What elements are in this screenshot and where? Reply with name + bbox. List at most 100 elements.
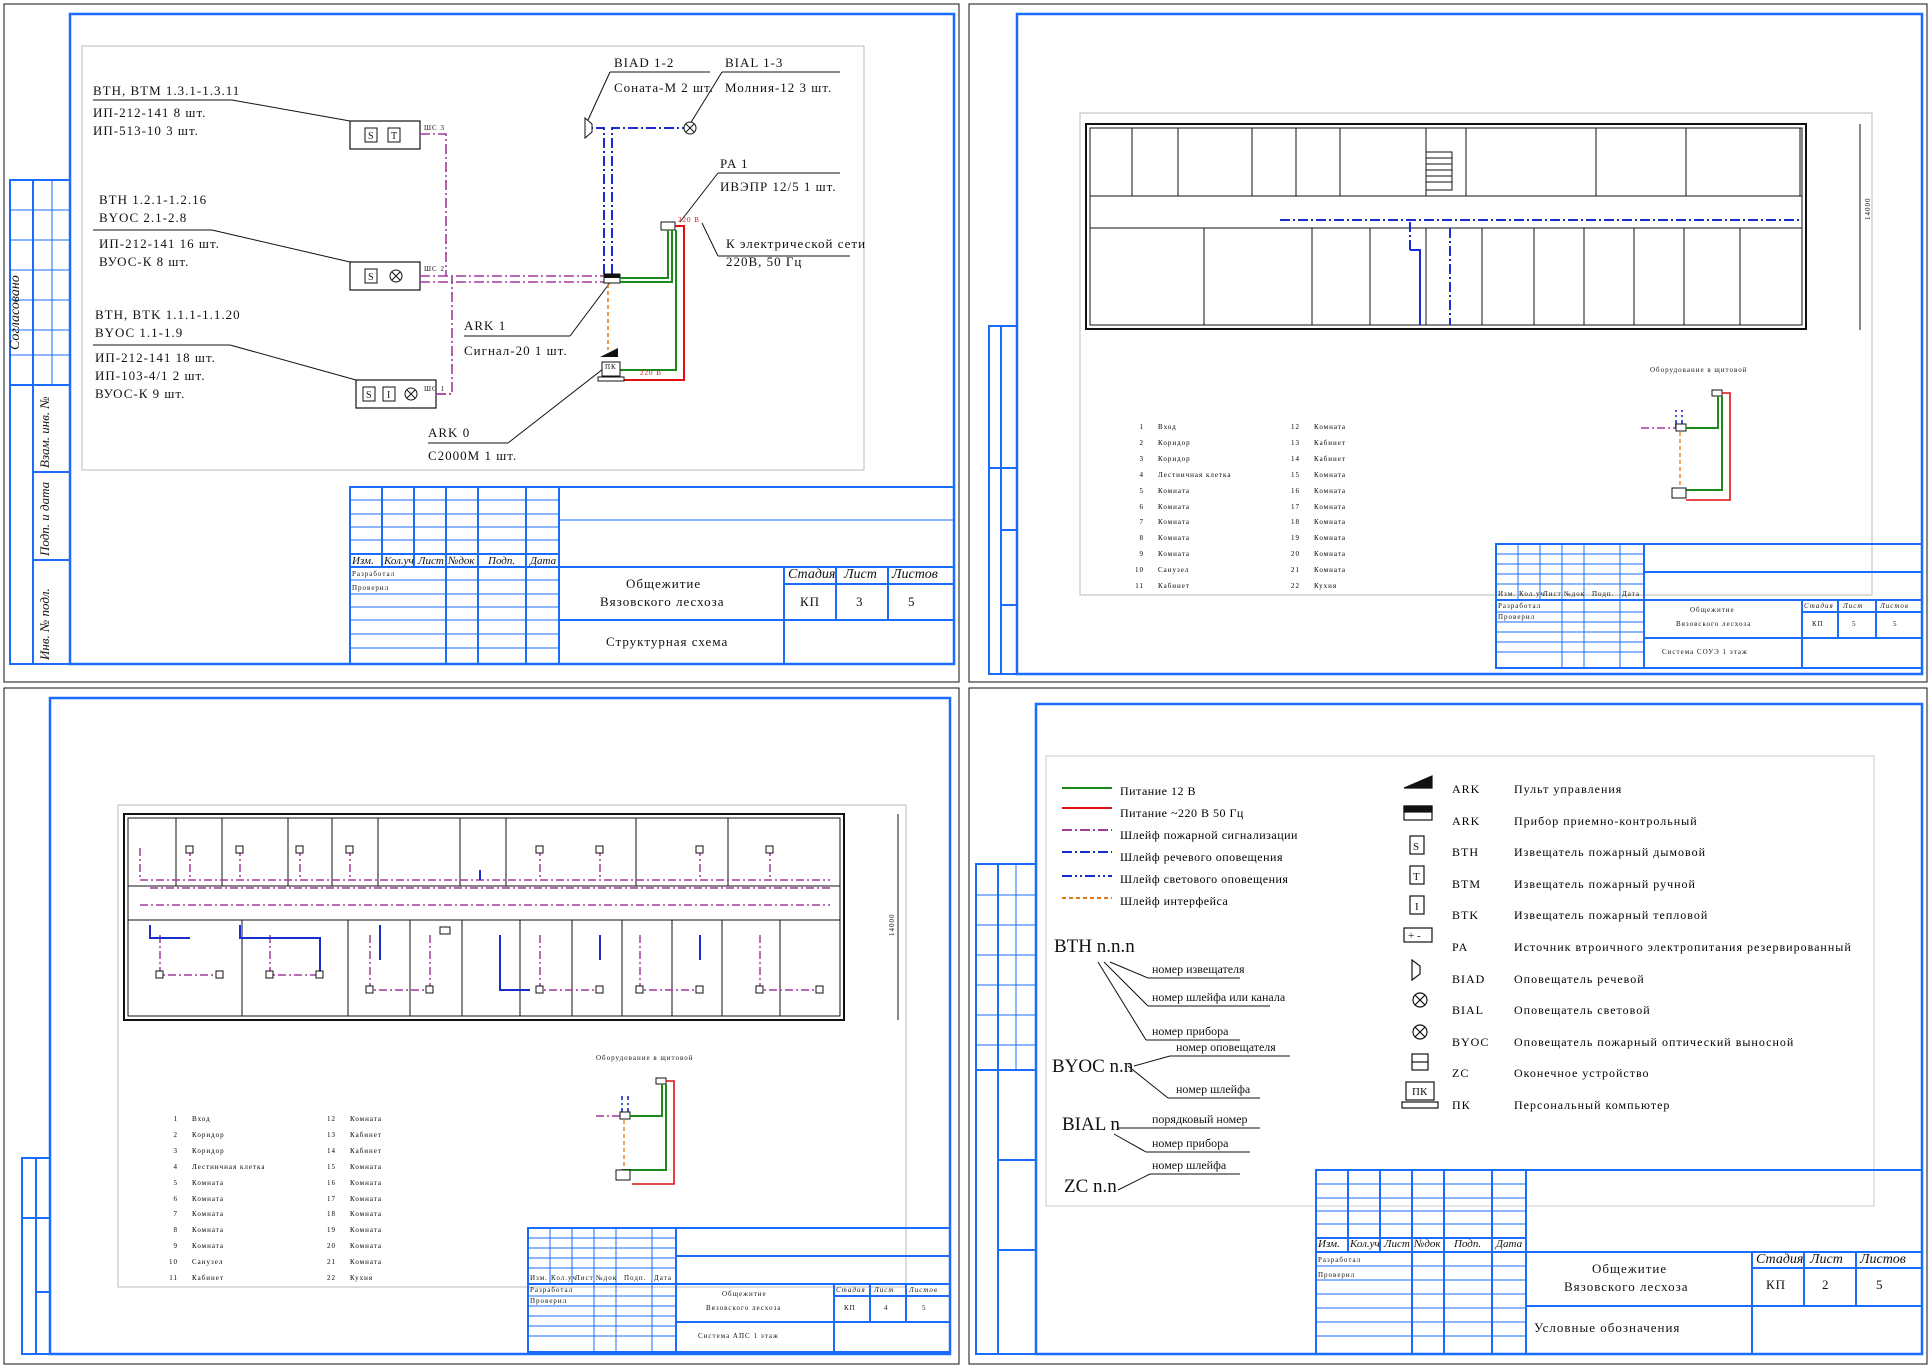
svg-text:S: S [368, 272, 374, 283]
room-name: Комната [192, 1226, 225, 1235]
network-line1: К электрической сети [726, 236, 867, 251]
symbol-code: ARK [1452, 813, 1481, 828]
symbol-description: Оповещатель пожарный оптический выносной [1514, 1034, 1795, 1049]
room-name: Комната [350, 1242, 383, 1251]
symbol-description: Персональный компьютер [1514, 1097, 1671, 1112]
stamp3-title1: Общежитие [722, 1290, 767, 1298]
group2-title2: BYOC 2.1-2.8 [99, 210, 188, 225]
group3-line3: ВУОС-К 9 шт. [95, 386, 186, 401]
s2-room-6: 6 Комната [1118, 500, 1231, 516]
stamp2-checked: Проверил [1498, 613, 1536, 621]
group2-line1: ИП-212-141 16 шт. [99, 236, 220, 251]
notation-zc: ZC n.n [1064, 1176, 1117, 1197]
ark0-value: С2000М 1 шт. [428, 448, 518, 463]
s3-room-13: 13 Кабинет [310, 1128, 382, 1144]
s2-room-2: 2 Коридор [1118, 436, 1231, 452]
symbol-code: BTK [1452, 908, 1479, 923]
room-number: 15 [327, 1162, 336, 1171]
s3-room-4: 4 Лестничная клетка [152, 1160, 265, 1176]
sheet2-equipment-diagram [1641, 389, 1731, 501]
symbol-code: BIAL [1452, 1003, 1484, 1018]
notation-byoc: BYOC n.n [1052, 1056, 1134, 1077]
room-number: 8 [1139, 534, 1144, 543]
s3-room-20: 20 Комната [310, 1239, 382, 1255]
side-agreed: Согласовано [8, 275, 23, 350]
symbol-code: ПК [1452, 1097, 1471, 1112]
svg-text:I: I [1415, 901, 1419, 913]
symbol-description: Пульт управления [1514, 782, 1623, 796]
sheet2-dimension: 14000 [1864, 197, 1872, 221]
svg-text:+ -: + - [1408, 930, 1421, 942]
room-name: Комната [1314, 470, 1347, 479]
pk-label: ПК [605, 363, 617, 371]
stamp1-h6: Дата [530, 555, 557, 567]
stamp4-sheets-label: Листов [1860, 1252, 1906, 1267]
symbol-description: Извещатель пожарный ручной [1514, 876, 1696, 891]
sheet3-room-list-right: 12 Комната 13 Кабинет 14 Кабинет 15 Комната 16 Ко… [310, 1112, 382, 1287]
room-number: 14 [327, 1146, 336, 1155]
s2-room-19: 19 Комната [1274, 531, 1346, 547]
stamp4-h4: №док [1414, 1238, 1441, 1250]
room-name: Комната [1158, 502, 1191, 511]
stamp2-h4: №док [1564, 590, 1586, 598]
line-legend-labels: Питание 12 В Питание ~220 В 50 Гц Шлейф по… [1120, 780, 1298, 912]
room-name: Кабинет [350, 1130, 382, 1139]
sheet3-equipment-title: Оборудование в щитовой [596, 1054, 694, 1062]
room-name: Лестничная клетка [1158, 470, 1232, 479]
sheet3-room-list-left: 1 Вход 2 Коридор 3 Коридор 4 Лестничная клетка 5… [152, 1112, 265, 1287]
stamp4-title1: Общежитие [1592, 1261, 1668, 1276]
room-name: Комната [350, 1194, 383, 1203]
line-legend-label: Шлейф пожарной сигнализации [1120, 828, 1298, 842]
room-number: 13 [327, 1130, 336, 1139]
room-name: Комната [350, 1226, 383, 1235]
stamp4-sheet: 2 [1822, 1277, 1830, 1292]
stamp1-sheets-label: Листов [892, 567, 938, 582]
stamp2-sheet-label: Лист [1843, 602, 1864, 610]
room-name: Комната [350, 1210, 383, 1219]
pa-value: ИВЭПР 12/5 1 шт. [720, 179, 837, 194]
room-number: 16 [1291, 486, 1300, 495]
symbol-code: BYOC [1452, 1034, 1490, 1049]
s3-room-6: 6 Комната [152, 1192, 265, 1208]
stamp4-h3: Лист [1384, 1238, 1410, 1250]
room-name: Комната [1158, 534, 1191, 543]
line-legend-label: Питание ~220 В 50 Гц [1120, 806, 1244, 820]
stamp4-sheets: 5 [1876, 1277, 1884, 1292]
room-number: 10 [1135, 566, 1144, 575]
room-number: 5 [173, 1178, 178, 1187]
sheet3-dimension: 14000 [888, 913, 896, 937]
room-name: Кухня [1314, 582, 1338, 591]
room-number: 9 [1139, 550, 1144, 559]
s2-room-8: 8 Комната [1118, 531, 1231, 547]
stamp4-h2: Кол.уч [1350, 1238, 1380, 1250]
room-number: 5 [1139, 486, 1144, 495]
s2-room-9: 9 Комната [1118, 547, 1231, 563]
room-name: Комната [1314, 486, 1347, 495]
stamp3-stage-label: Стадия [836, 1286, 866, 1294]
room-number: 14 [1291, 454, 1300, 463]
s2-room-16: 16 Комната [1274, 484, 1346, 500]
stamp2-h6: Дата [1622, 590, 1640, 598]
room-number: 12 [1291, 423, 1300, 431]
room-number: 13 [1291, 438, 1300, 447]
group3-line2: ИП-103-4/1 2 шт. [95, 368, 206, 383]
room-number: 3 [173, 1146, 178, 1155]
s2-room-11: 11 Кабинет [1118, 579, 1231, 595]
room-name: Комната [1314, 566, 1347, 575]
room-name: Комната [1314, 534, 1347, 543]
svg-text:S: S [368, 131, 374, 142]
room-number: 3 [1139, 454, 1144, 463]
s3-room-19: 19 Комната [310, 1223, 382, 1239]
room-number: 22 [1291, 582, 1300, 591]
stamp1-stage: КП [800, 594, 821, 609]
svg-text:I: I [387, 390, 390, 401]
s3-room-12: 12 Комната [310, 1112, 382, 1128]
stamp1-stage-label: Стадия [788, 567, 836, 582]
notation-bial-1: порядковый номер [1152, 1112, 1248, 1126]
stamp3-stage: КП [844, 1304, 856, 1312]
room-number: 6 [173, 1194, 178, 1203]
room-name: Комната [1158, 486, 1191, 495]
group3-title: BTH, BTK 1.1.1-1.1.20 [95, 307, 241, 322]
stamp4-stage-label: Стадия [1756, 1252, 1804, 1267]
stamp1-h1: Изм. [352, 555, 374, 567]
